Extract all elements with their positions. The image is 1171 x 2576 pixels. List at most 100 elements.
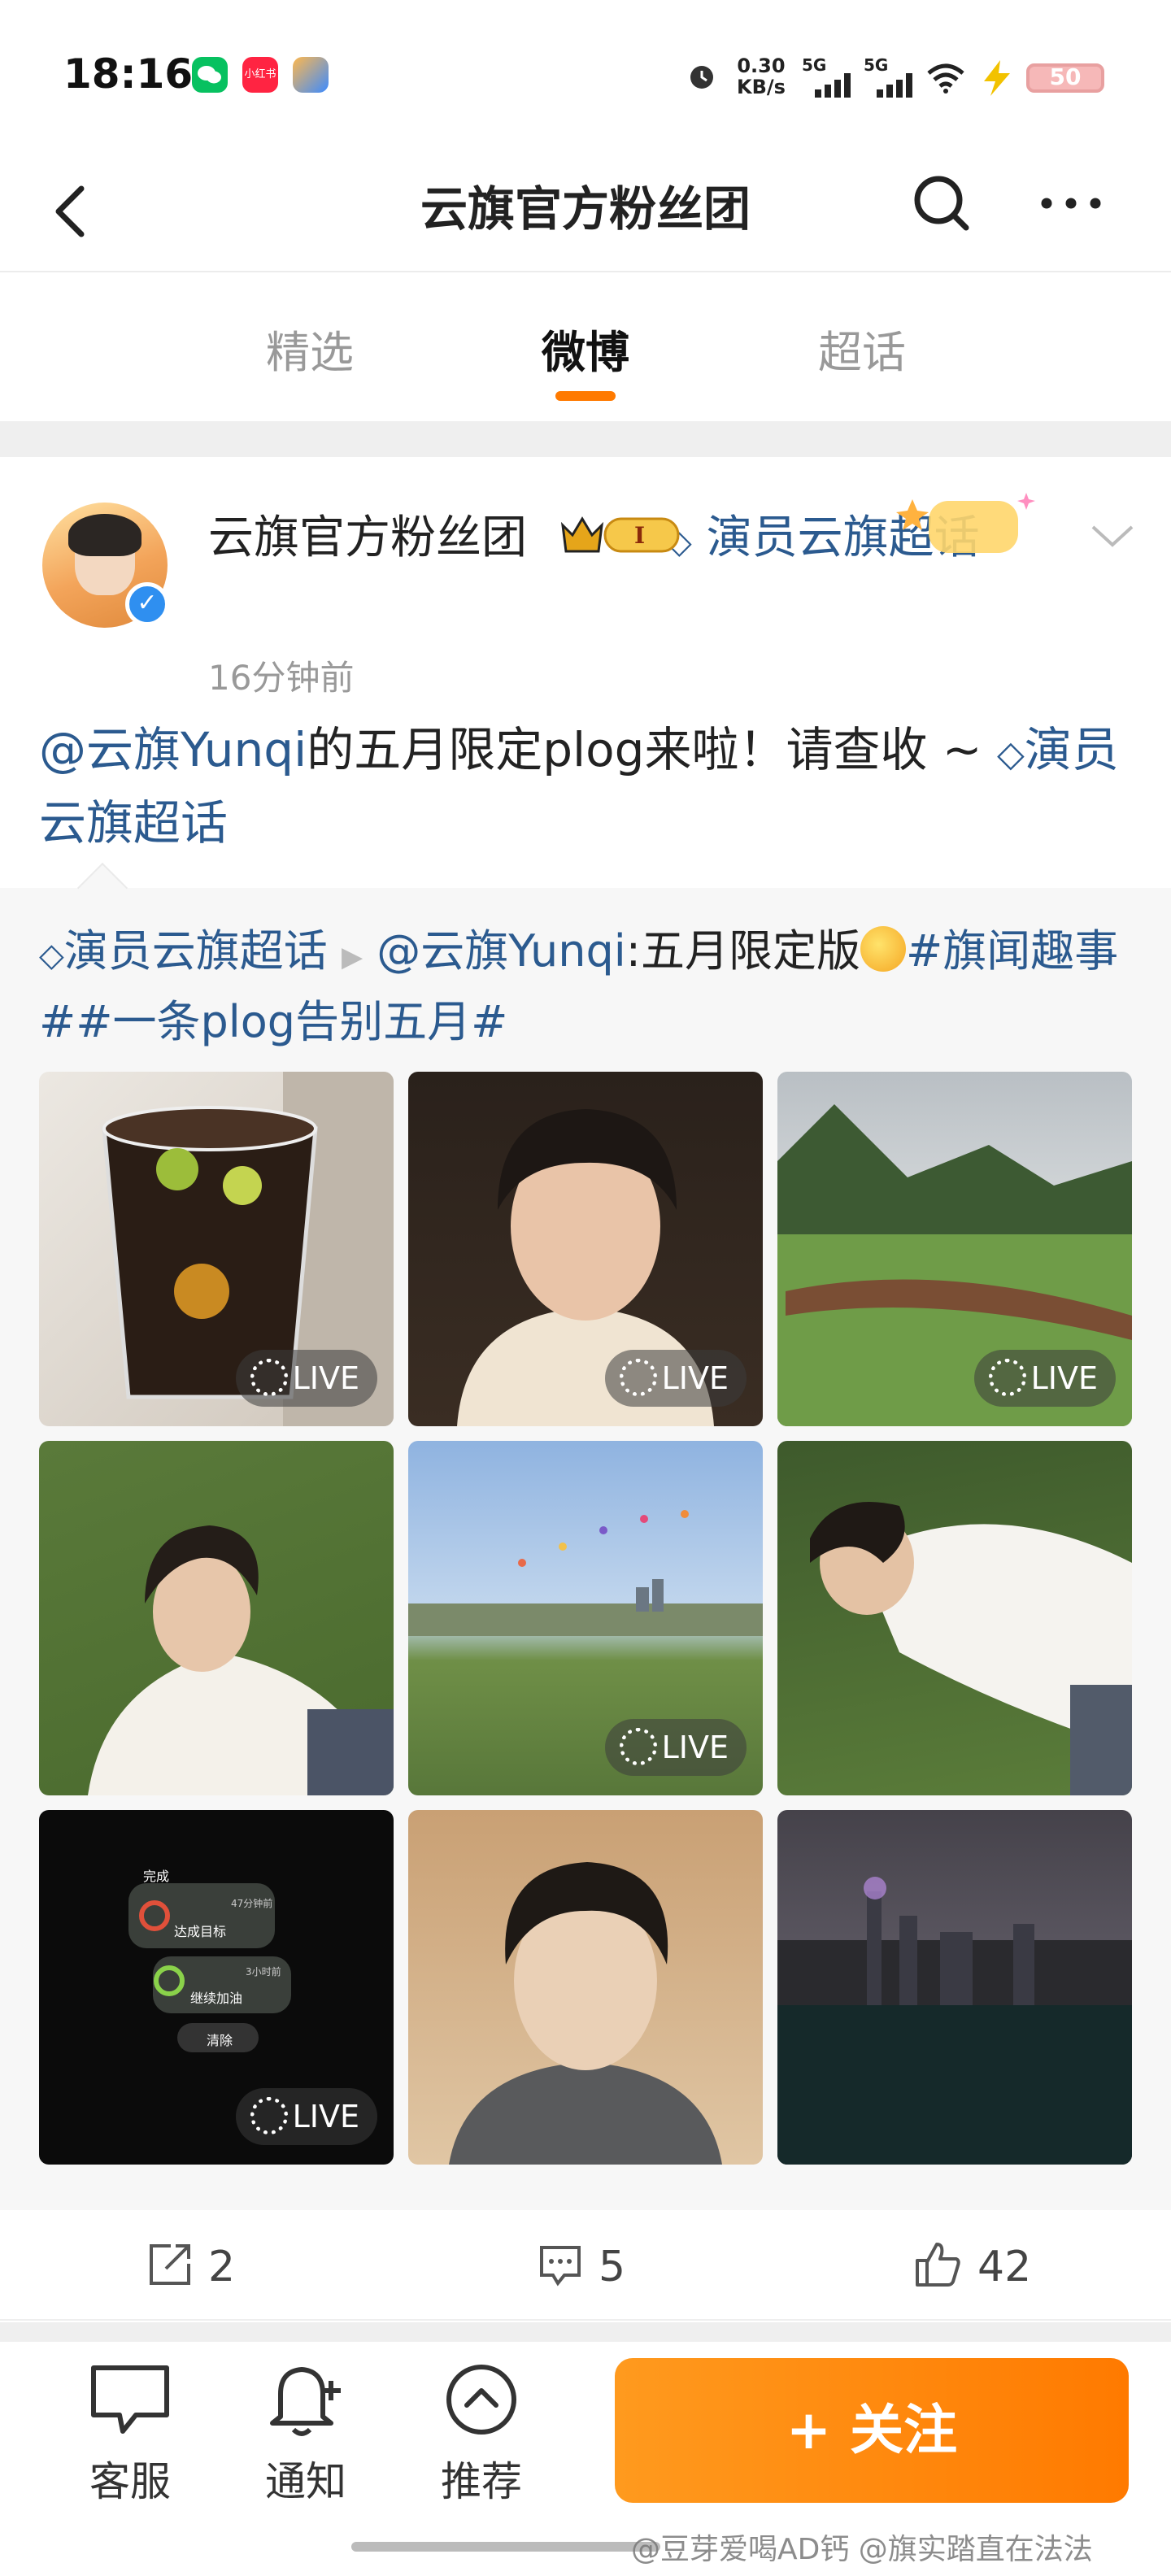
- photo-selfie-1[interactable]: LIVE: [408, 1072, 763, 1426]
- more-icon[interactable]: [1034, 171, 1108, 236]
- xiaohongshu-icon: 小红书: [242, 57, 278, 93]
- home-indicator[interactable]: [351, 2542, 660, 2552]
- photo-lying-grass-1-art: [88, 1525, 394, 1795]
- app-icon: [293, 57, 329, 93]
- repost-mention-link[interactable]: @云旗Yunqi: [377, 925, 626, 977]
- like-count: 42: [977, 2243, 1032, 2291]
- live-badge: LIVE: [604, 1719, 747, 1776]
- net-speed-value: 0.30: [737, 54, 786, 77]
- watch-goal-label: 达成目标: [174, 1924, 227, 1939]
- net-speed: 0.30 KB/s: [737, 55, 786, 98]
- fan-level-badge-icon: I: [560, 516, 680, 553]
- status-time: 18:16: [63, 50, 194, 98]
- section-divider: [0, 2322, 1171, 2342]
- comment-button[interactable]: 5: [537, 2243, 625, 2293]
- repost-body-text: :五月限定版: [625, 925, 860, 977]
- signal-icon: [815, 73, 851, 98]
- live-badge: LIVE: [235, 2088, 377, 2145]
- recommend-button[interactable]: 推荐: [424, 2361, 538, 2508]
- live-badge: LIVE: [235, 1350, 377, 1407]
- photo-lying-grass-1[interactable]: [39, 1441, 394, 1795]
- follow-button[interactable]: + 关注: [615, 2358, 1129, 2503]
- comment-count: 5: [599, 2243, 626, 2291]
- wechat-icon: [192, 57, 228, 93]
- page-title: 云旗官方粉丝团: [420, 181, 751, 237]
- service-label: 客服: [89, 2458, 171, 2505]
- live-badge: LIVE: [973, 1350, 1116, 1407]
- signal-icon: [877, 73, 912, 98]
- battery-icon: 50: [1026, 63, 1104, 93]
- chat-bubble-icon: [91, 2365, 169, 2434]
- post-text: @云旗Yunqi的五月限定plog来啦！请查收 ~ ◇演员云旗超话: [39, 716, 1137, 857]
- post-time: 16分钟前: [208, 658, 355, 698]
- bottom-action-bar: 客服 通知 推荐 + 关注 @豆芽爱喝AD钙 @旗实踏直在法法: [0, 2342, 1171, 2576]
- photo-landscape-mountain[interactable]: LIVE: [777, 1072, 1132, 1426]
- repost-text: ◇演员云旗超话 ▶ @云旗Yunqi:五月限定版 #旗闻趣事##一条plog告别五…: [39, 919, 1137, 1055]
- tab-supertopic[interactable]: 超话: [818, 316, 906, 381]
- watch-done-label: 完成: [143, 1869, 170, 1884]
- verified-badge-icon: ✓: [125, 582, 169, 626]
- watermark: @豆芽爱喝AD钙 @旗实踏直在法法: [631, 2533, 1093, 2566]
- post-body-text: 的五月限定plog来啦！请查收 ~: [307, 722, 997, 777]
- supertopic-diamond-icon: ◇: [996, 733, 1025, 775]
- service-button[interactable]: 客服: [73, 2361, 187, 2508]
- live-icon: [250, 2096, 288, 2134]
- like-button[interactable]: 42: [912, 2243, 1031, 2295]
- chevron-down-icon[interactable]: [1088, 516, 1137, 556]
- repost-button[interactable]: 2: [146, 2243, 235, 2293]
- repost-count: 2: [208, 2243, 236, 2291]
- bell-plus-icon: [270, 2367, 341, 2436]
- post-author[interactable]: 云旗官方粉丝团: [208, 511, 527, 564]
- watch-clear-label: 清除: [207, 2033, 233, 2048]
- comment-icon: [540, 2246, 581, 2287]
- live-icon: [619, 1358, 657, 1396]
- photo-lying-grass-2[interactable]: [777, 1441, 1132, 1795]
- emoji-icon: [860, 926, 906, 973]
- live-label: LIVE: [292, 1360, 359, 1396]
- net-speed-unit: KB/s: [737, 76, 786, 98]
- top-header: 云旗官方粉丝团: [0, 154, 1171, 272]
- svg-text:I: I: [634, 522, 645, 549]
- section-divider: [0, 421, 1171, 457]
- repost-topic-link[interactable]: 演员云旗超话: [64, 925, 328, 977]
- xiaohongshu-label: 小红书: [244, 68, 276, 80]
- photo-balloons-field[interactable]: LIVE: [408, 1441, 763, 1795]
- live-label: LIVE: [661, 1360, 729, 1396]
- supertopic-diamond-icon: ◇: [39, 937, 64, 974]
- mention-link[interactable]: @云旗Yunqi: [39, 722, 307, 777]
- live-icon: [250, 1358, 288, 1396]
- watch-speed-label: 继续加油: [190, 1991, 243, 2006]
- post-action-bar: 2 5 42: [0, 2210, 1171, 2321]
- tab-featured[interactable]: 精选: [266, 316, 354, 381]
- recommend-label: 推荐: [441, 2458, 522, 2505]
- watch-goal-time: 47分钟前: [231, 1898, 273, 1909]
- notify-label: 通知: [265, 2458, 346, 2505]
- share-icon: [150, 2244, 190, 2285]
- thumbs-up-icon: [916, 2243, 960, 2287]
- live-label: LIVE: [661, 1730, 729, 1765]
- play-arrow-icon: ▶: [341, 941, 363, 973]
- charging-icon: [984, 60, 1010, 96]
- chevron-up-circle-icon: [446, 2365, 516, 2435]
- photo-lying-grass-2-art: [810, 1502, 1132, 1795]
- wifi-icon: [927, 63, 964, 94]
- battery-level: 50: [1049, 63, 1082, 90]
- tab-indicator: [555, 391, 616, 401]
- status-bar: 18:16 小红书 0.30 KB/s 5G 5G 50: [0, 0, 1171, 154]
- photo-city-night[interactable]: [777, 1810, 1132, 2165]
- live-label: LIVE: [292, 2099, 359, 2134]
- notify-button[interactable]: 通知: [249, 2361, 363, 2508]
- live-label: LIVE: [1030, 1360, 1098, 1396]
- live-icon: [988, 1358, 1026, 1396]
- avatar-hair: [68, 514, 141, 556]
- photo-selfie-2[interactable]: [408, 1810, 763, 2165]
- alarm-icon: [690, 66, 713, 89]
- photo-drink[interactable]: LIVE: [39, 1072, 394, 1426]
- watch-speed-time: 3小时前: [246, 1966, 281, 1978]
- photo-selfie-2-art: [449, 1862, 722, 2165]
- photo-city-art: [777, 1877, 1132, 2165]
- photo-watch-screen[interactable]: 完成 达成目标 47分钟前 继续加油 3小时前 清除 LIVE: [39, 1810, 394, 2165]
- supertopic-sticker-icon: [896, 493, 1035, 553]
- tab-weibo[interactable]: 微博: [542, 316, 629, 381]
- search-icon[interactable]: [909, 171, 974, 236]
